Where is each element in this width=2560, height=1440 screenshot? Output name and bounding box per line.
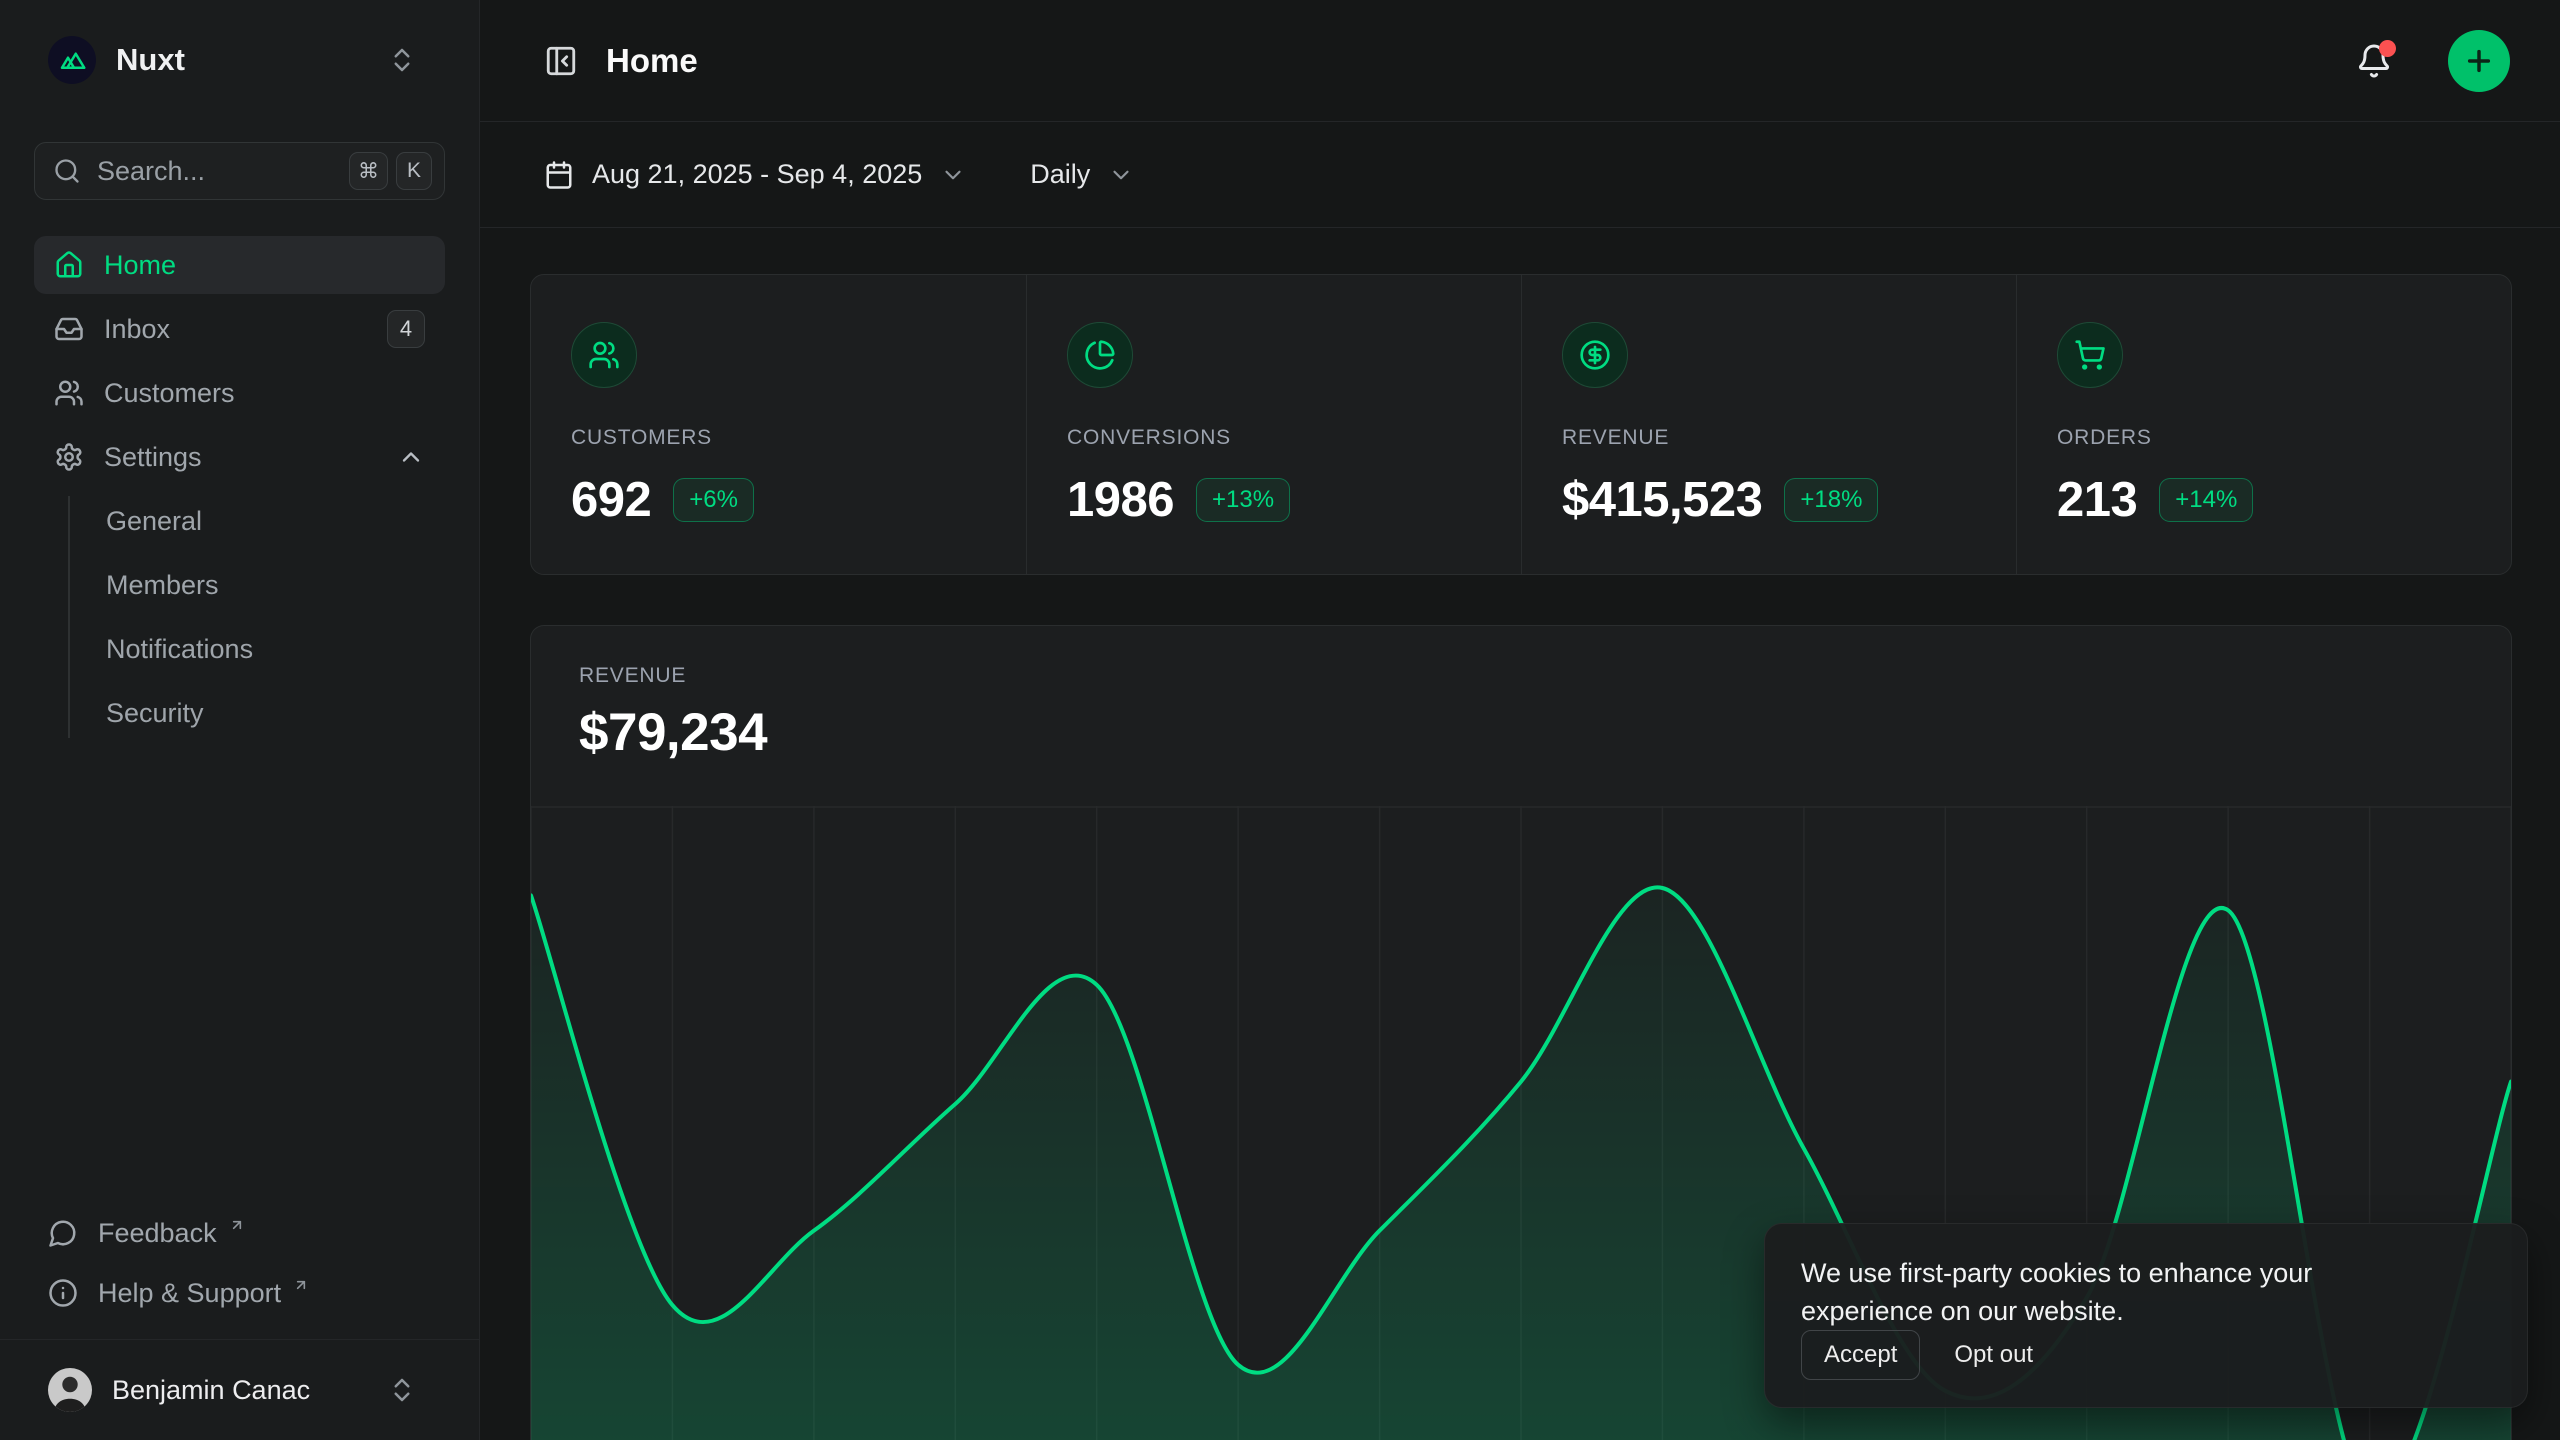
sidebar-item-customers[interactable]: Customers: [34, 364, 445, 422]
stat-customers[interactable]: CUSTOMERS 692 +6%: [531, 275, 1026, 574]
nuxt-logo: [48, 36, 96, 84]
calendar-icon: [544, 160, 574, 190]
message-circle-icon: [48, 1218, 78, 1248]
sidebar-spacer: [34, 742, 445, 1205]
stat-label: REVENUE: [1562, 426, 1976, 450]
search-icon: [53, 157, 81, 185]
opt-out-button[interactable]: Opt out: [1950, 1331, 2037, 1379]
sidebar-item-general[interactable]: General: [106, 492, 445, 550]
date-range-picker[interactable]: Aug 21, 2025 - Sep 4, 2025: [544, 159, 966, 190]
stat-label: CUSTOMERS: [571, 426, 986, 450]
info-circle-icon: [48, 1278, 78, 1308]
sidebar-item-home[interactable]: Home: [34, 236, 445, 294]
stat-value: 213: [2057, 472, 2137, 528]
external-link-icon: [293, 1277, 309, 1293]
stat-delta-badge: +13%: [1196, 478, 1290, 522]
external-link-icon: [229, 1217, 245, 1233]
sidebar-item-members[interactable]: Members: [106, 556, 445, 614]
granularity-select[interactable]: Daily: [1030, 159, 1134, 190]
stat-delta-badge: +18%: [1784, 478, 1878, 522]
stat-value: $415,523: [1562, 472, 1762, 528]
accept-cookies-button[interactable]: Accept: [1801, 1330, 1920, 1380]
cookie-actions: Accept Opt out: [1801, 1330, 2491, 1380]
avatar: [48, 1368, 92, 1412]
page-title: Home: [606, 42, 2328, 80]
stat-value: 692: [571, 472, 651, 528]
granularity-value: Daily: [1030, 159, 1090, 190]
feedback-link[interactable]: Feedback: [34, 1205, 445, 1261]
chevrons-up-down-icon: [387, 1375, 417, 1405]
stat-delta-badge: +6%: [673, 478, 754, 522]
stat-revenue[interactable]: REVENUE $415,523 +18%: [1521, 275, 2016, 574]
sidebar-item-inbox[interactable]: Inbox 4: [34, 300, 445, 358]
sidebar-item-label: Customers: [104, 378, 425, 409]
sidebar-item-label: Inbox: [104, 314, 367, 345]
revenue-chart-label: REVENUE: [579, 664, 2463, 688]
chevrons-up-down-icon[interactable]: [387, 45, 417, 75]
search-input[interactable]: Search... ⌘ K: [34, 142, 445, 200]
cart-icon: [2057, 322, 2123, 388]
cookie-banner: We use first-party cookies to enhance yo…: [1764, 1223, 2528, 1408]
inbox-count-badge: 4: [387, 310, 425, 348]
revenue-chart-value: $79,234: [579, 702, 2463, 763]
sidebar-toggle-icon[interactable]: [544, 44, 578, 78]
date-range-value: Aug 21, 2025 - Sep 4, 2025: [592, 159, 922, 190]
pie-chart-icon: [1067, 322, 1133, 388]
chevron-down-icon: [1108, 162, 1134, 188]
dollar-circle-icon: [1562, 322, 1628, 388]
sidebar: Nuxt Search... ⌘ K Home Inbox 4: [0, 0, 480, 1440]
users-icon: [54, 378, 84, 408]
gear-icon: [54, 442, 84, 472]
workspace-switcher[interactable]: Nuxt: [34, 24, 445, 96]
revenue-chart-header: REVENUE $79,234: [531, 626, 2511, 763]
sidebar-item-label: Home: [104, 250, 425, 281]
search-shortcut: ⌘ K: [349, 152, 432, 190]
sidebar-item-notifications[interactable]: Notifications: [106, 620, 445, 678]
stat-value: 1986: [1067, 472, 1174, 528]
kbd-cmd: ⌘: [349, 152, 388, 190]
stat-label: ORDERS: [2057, 426, 2471, 450]
sidebar-footer-links: Feedback Help & Support: [34, 1205, 445, 1339]
user-name: Benjamin Canac: [112, 1375, 367, 1406]
stat-delta-badge: +14%: [2159, 478, 2253, 522]
brand-name: Nuxt: [116, 42, 367, 78]
toolbar: Aug 21, 2025 - Sep 4, 2025 Daily: [480, 122, 2560, 228]
home-icon: [54, 250, 84, 280]
user-menu[interactable]: Benjamin Canac: [0, 1339, 479, 1440]
notifications-button[interactable]: [2356, 43, 2392, 79]
cookie-message: We use first-party cookies to enhance yo…: [1801, 1254, 2421, 1330]
kbd-k: K: [396, 152, 432, 190]
stat-conversions[interactable]: CONVERSIONS 1986 +13%: [1026, 275, 1521, 574]
sidebar-nav: Home Inbox 4 Customers Settings Ge: [34, 236, 445, 742]
search-placeholder: Search...: [97, 156, 333, 187]
plus-icon: [2463, 45, 2495, 77]
settings-subnav: General Members Notifications Security: [34, 492, 445, 742]
add-button[interactable]: [2448, 30, 2510, 92]
chevron-down-icon: [940, 162, 966, 188]
chevron-up-icon: [397, 443, 425, 471]
inbox-icon: [54, 314, 84, 344]
stat-orders[interactable]: ORDERS 213 +14%: [2016, 275, 2511, 574]
stat-label: CONVERSIONS: [1067, 426, 1481, 450]
notification-dot: [2379, 40, 2396, 57]
help-support-link[interactable]: Help & Support: [34, 1265, 445, 1321]
stats-card: CUSTOMERS 692 +6% CONVERSIONS 1986 +13%: [530, 274, 2512, 575]
help-support-label: Help & Support: [98, 1278, 281, 1309]
sidebar-item-settings[interactable]: Settings: [34, 428, 445, 486]
feedback-label: Feedback: [98, 1218, 217, 1249]
users-icon: [571, 322, 637, 388]
sidebar-item-label: Settings: [104, 442, 377, 473]
main-header: Home: [480, 0, 2560, 122]
sidebar-item-security[interactable]: Security: [106, 684, 445, 742]
